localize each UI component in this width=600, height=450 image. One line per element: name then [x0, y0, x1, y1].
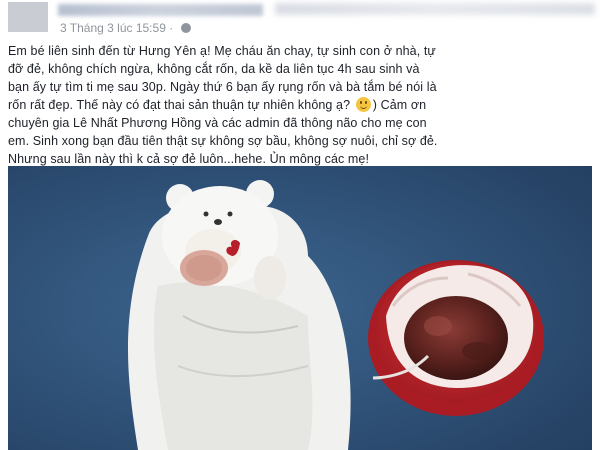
post-meta: 3 Tháng 3 lúc 15:59 · [60, 20, 191, 35]
post-body: Em bé liên sinh đến từ Hưng Yên ạ! Mẹ ch… [8, 42, 596, 168]
post-line: bạn ấy tự tìm ti mẹ sau 30p. Ngày thứ 6 … [8, 80, 437, 94]
post-line: ) Cảm ơn [372, 98, 427, 112]
post-photo[interactable] [8, 166, 592, 450]
author-name-redacted[interactable] [58, 4, 263, 16]
smile-emoji-icon [355, 97, 371, 112]
post-line: Em bé liên sinh đến từ Hưng Yên ạ! Mẹ ch… [8, 44, 436, 58]
post-timestamp[interactable]: 3 Tháng 3 lúc 15:59 [60, 21, 166, 35]
post-header: 3 Tháng 3 lúc 15:59 · [0, 0, 600, 36]
globe-icon[interactable] [180, 22, 191, 33]
post-line: em. Sinh xong bạn đầu tiên thật sự không… [8, 134, 438, 148]
separator-dot: · [169, 20, 174, 35]
photo-illustration [8, 166, 592, 450]
redacted-area [275, 3, 595, 15]
post-line: chuyên gia Lê Nhất Phương Hồng và các ad… [8, 116, 427, 130]
avatar[interactable] [8, 2, 48, 32]
post-line: rốn rất đẹp. Thế này có đạt thai sản thu… [8, 98, 351, 112]
post-line-with-emoji: rốn rất đẹp. Thế này có đạt thai sản thu… [8, 96, 596, 114]
post-line: đỡ đẻ, không chích ngừa, không cắt rốn, … [8, 62, 420, 76]
